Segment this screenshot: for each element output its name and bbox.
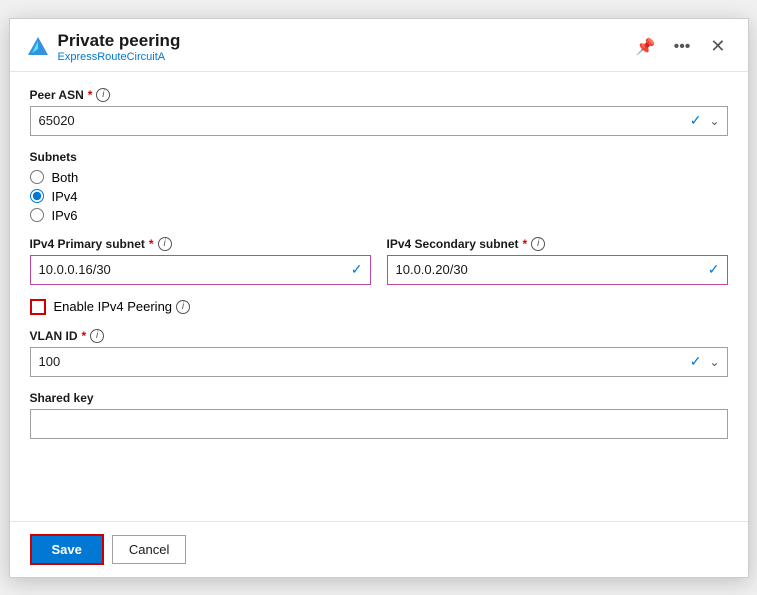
more-button[interactable]: ••• (670, 36, 695, 58)
ipv4-secondary-required: * (523, 237, 528, 251)
title-group: Private peering ExpressRouteCircuitA (58, 31, 181, 63)
peer-asn-label: Peer ASN * i (30, 88, 728, 102)
vlan-id-select-wrapper: 100 ✓ ⌄ (30, 347, 728, 377)
subnets-label: Subnets (30, 150, 728, 164)
ipv4-primary-info-icon: i (158, 237, 172, 251)
cancel-button[interactable]: Cancel (112, 535, 186, 564)
close-button[interactable]: ✕ (704, 34, 731, 59)
vlan-id-info-icon: i (90, 329, 104, 343)
ipv4-primary-label: IPv4 Primary subnet * i (30, 237, 371, 251)
peer-asn-info-icon: i (96, 88, 110, 102)
header-actions: 📌 ••• ✕ (632, 34, 732, 59)
ipv4-secondary-col: IPv4 Secondary subnet * i ✓ (387, 237, 728, 285)
enable-peering-text: Enable IPv4 Peering (54, 299, 173, 314)
enable-peering-checkbox[interactable] (30, 299, 46, 315)
enable-peering-row: Enable IPv4 Peering i (30, 299, 728, 315)
dialog-subtitle[interactable]: ExpressRouteCircuitA (58, 51, 181, 63)
dialog-footer: Save Cancel (10, 521, 748, 577)
peer-asn-select[interactable]: 65020 (30, 106, 728, 136)
vlan-id-label: VLAN ID * i (30, 329, 728, 343)
close-icon: ✕ (710, 36, 725, 56)
peer-asn-required: * (88, 88, 93, 102)
ipv4-primary-input-wrapper: ✓ (30, 255, 371, 285)
pin-button[interactable]: 📌 (632, 35, 660, 59)
shared-key-label: Shared key (30, 391, 728, 405)
subnet-both-label: Both (52, 170, 79, 185)
subnet-ipv6-radio[interactable] (30, 208, 44, 222)
ipv4-primary-input[interactable] (30, 255, 371, 285)
subnet-inputs-row: IPv4 Primary subnet * i ✓ IPv4 Secondary… (30, 237, 728, 285)
private-peering-dialog: Private peering ExpressRouteCircuitA 📌 •… (9, 18, 749, 578)
dialog-body: Peer ASN * i 65020 ✓ ⌄ Subnets Both (10, 72, 748, 521)
enable-peering-info-icon: i (176, 300, 190, 314)
ipv4-primary-required: * (149, 237, 154, 251)
vlan-id-required: * (82, 329, 87, 343)
peer-asn-group: Peer ASN * i 65020 ✓ ⌄ (30, 88, 728, 136)
subnet-ipv4-radio[interactable] (30, 189, 44, 203)
save-button[interactable]: Save (30, 534, 104, 565)
ipv4-secondary-info-icon: i (531, 237, 545, 251)
shared-key-group: Shared key (30, 391, 728, 439)
ellipsis-icon: ••• (674, 38, 691, 55)
pin-icon: 📌 (636, 39, 656, 56)
ipv4-secondary-input[interactable] (387, 255, 728, 285)
ipv4-primary-col: IPv4 Primary subnet * i ✓ (30, 237, 371, 285)
subnet-both-radio[interactable] (30, 170, 44, 184)
ipv4-secondary-label: IPv4 Secondary subnet * i (387, 237, 728, 251)
subnet-ipv4-option[interactable]: IPv4 (30, 189, 728, 204)
subnet-ipv6-label: IPv6 (52, 208, 78, 223)
subnets-group: Subnets Both IPv4 IPv6 (30, 150, 728, 223)
shared-key-input[interactable] (30, 409, 728, 439)
vlan-id-select[interactable]: 100 (30, 347, 728, 377)
ipv4-secondary-input-wrapper: ✓ (387, 255, 728, 285)
peer-asn-select-wrapper: 65020 ✓ ⌄ (30, 106, 728, 136)
subnet-ipv6-option[interactable]: IPv6 (30, 208, 728, 223)
dialog-header: Private peering ExpressRouteCircuitA 📌 •… (10, 19, 748, 72)
azure-logo-icon (26, 35, 50, 59)
dialog-title: Private peering (58, 31, 181, 51)
subnet-radio-group: Both IPv4 IPv6 (30, 170, 728, 223)
subnet-ipv4-label: IPv4 (52, 189, 78, 204)
enable-peering-label-container: Enable IPv4 Peering i (54, 299, 191, 314)
subnet-both-option[interactable]: Both (30, 170, 728, 185)
vlan-id-group: VLAN ID * i 100 ✓ ⌄ (30, 329, 728, 377)
